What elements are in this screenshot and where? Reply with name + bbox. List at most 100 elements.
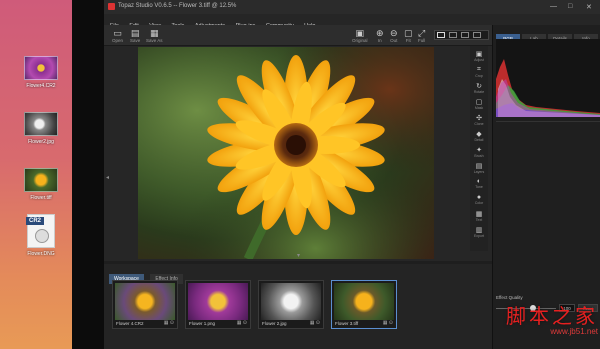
watermark: 脚本之家 www.jb51.net — [472, 305, 598, 336]
layers-icon: ▤ — [475, 163, 483, 170]
filmstrip-item[interactable]: Flower 2.jpg ▦ ⊙ — [258, 280, 324, 329]
brush-icon: ✦ — [476, 147, 482, 154]
filmstrip-filename: Flower 2.jpg — [262, 321, 287, 326]
desktop-background: Flower4.CR2 Flower2.jpg Flower.tiff CR2 … — [0, 0, 78, 349]
zoom-out-icon: ⊖ — [390, 28, 398, 38]
side-tool-layers[interactable]: ▤ Layers — [472, 162, 486, 174]
text-icon: ▦ — [475, 211, 483, 218]
histogram-tabs: RGBLabDetailsInfo — [496, 27, 600, 43]
folder-icon: ▭ — [113, 28, 122, 38]
filmstrip-filename: Flower 4.CR2 — [116, 321, 144, 326]
side-tool-tone[interactable]: ◐ Tone — [472, 178, 486, 189]
disc-icon — [35, 229, 49, 243]
watermark-text: 脚本之家 — [506, 304, 598, 328]
tone-icon: ◐ — [476, 178, 482, 185]
filmstrip-actions-icon[interactable]: ▦ ⊙ — [237, 320, 247, 326]
filmstrip-thumbnail — [334, 283, 394, 320]
side-tool-rotate[interactable]: ↻ Rotate — [472, 82, 486, 94]
camera-icon: ▣ — [475, 51, 483, 58]
export-icon: ▥ — [475, 227, 483, 234]
desktop-icon-label: Flower.tiff — [30, 195, 52, 201]
minimize-button[interactable]: — — [550, 3, 557, 10]
save-as-icon: ▦ — [150, 28, 159, 38]
app-window: Topaz Studio V0.6.5 -- Flower 3.tiff @ 1… — [104, 0, 600, 349]
desktop-icon-flower-tiff[interactable]: Flower.tiff — [22, 168, 60, 201]
histogram-graph — [496, 59, 600, 117]
panel-divider — [496, 121, 600, 122]
single-view-icon[interactable] — [437, 32, 445, 38]
image-viewport[interactable]: ◂ ▾ — [104, 46, 492, 261]
side-tool-clone[interactable]: ✣ Clone — [472, 114, 486, 126]
zoom-in-icon: ⊕ — [376, 28, 384, 38]
rotate-icon: ↻ — [476, 83, 482, 90]
side-tool-text[interactable]: ▦ Text — [472, 210, 486, 222]
view-mode-buttons[interactable] — [434, 30, 489, 40]
mask-icon: ▢ — [475, 99, 483, 106]
desktop-icon-flower-dng[interactable]: CR2 Flower.DNG — [22, 214, 60, 257]
filmstrip-item-selected[interactable]: Flower 3.tiff ▦ ⊙ — [331, 280, 397, 329]
toolbar: ▭ Open ▤ Save ▦ Save As ▣ Original ⊕ In ⊖ Out … — [104, 25, 492, 46]
side-tool-crop[interactable]: ⌗ Crop — [472, 66, 486, 78]
filmstrip-actions-icon[interactable]: ▦ ⊙ — [164, 320, 174, 326]
save-icon: ▤ — [130, 28, 140, 38]
open-button[interactable]: ▭ Open — [112, 28, 123, 43]
filmstrip-filename: Flower 1.png — [189, 321, 216, 326]
compare-view-icon[interactable] — [461, 32, 469, 38]
side-tool-mask[interactable]: ▢ Mask — [472, 98, 486, 110]
effect-quality-label: Effect Quality — [496, 295, 523, 300]
side-tool-export[interactable]: ▥ Export — [472, 226, 486, 238]
filmstrip-thumbnail — [188, 283, 248, 320]
title-bar: Topaz Studio V0.6.5 -- Flower 3.tiff @ 1… — [104, 0, 600, 14]
fit-icon: ▢ — [404, 28, 413, 38]
right-panel: RGBLabDetailsInfo Effect Quality 100 Res… — [492, 25, 600, 349]
fullscreen-button[interactable]: ⤢ Full — [418, 28, 425, 43]
app-logo-icon — [108, 3, 115, 10]
filmstrip-item[interactable]: Flower 4.CR2 ▦ ⊙ — [112, 280, 178, 329]
filmstrip-item[interactable]: Flower 1.png ▦ ⊙ — [185, 280, 251, 329]
crop-icon: ⌗ — [477, 66, 481, 73]
fit-button[interactable]: ▢ Fit — [404, 28, 413, 43]
filmstrip-thumbnail — [261, 283, 321, 320]
collapse-bottom-arrow-icon[interactable]: ▾ — [297, 252, 300, 259]
filmstrip-filename: Flower 3.tiff — [335, 321, 359, 326]
desktop-icon-flower4[interactable]: Flower4.CR2 — [22, 56, 60, 89]
fullscreen-icon: ⤢ — [418, 28, 426, 38]
desktop-thumbnail-bw — [24, 112, 58, 136]
detail-icon: ◆ — [476, 131, 482, 138]
file-badge: CR2 — [26, 217, 45, 225]
filmstrip-thumbnail — [115, 283, 175, 320]
save-button[interactable]: ▤ Save — [130, 28, 140, 43]
collapse-left-arrow-icon[interactable]: ◂ — [106, 174, 109, 181]
maximize-button[interactable]: □ — [568, 3, 572, 10]
raw-file-icon: CR2 — [26, 214, 55, 248]
watermark-url: www.jb51.net — [550, 327, 598, 336]
bottom-panel: Workspace Effect Info Flower 4.CR2 ▦ ⊙ F… — [104, 264, 492, 349]
close-button[interactable]: ✕ — [586, 3, 592, 11]
desktop-thumbnail-purple — [24, 56, 58, 80]
save-as-button[interactable]: ▦ Save As — [146, 28, 163, 43]
side-tool-brush[interactable]: ✦ Brush — [472, 146, 486, 158]
original-button[interactable]: ▣ Original — [352, 28, 368, 43]
grid-view-icon[interactable] — [473, 32, 481, 38]
color-icon: ● — [476, 194, 482, 201]
bottom-tabs: Workspace Effect Info — [109, 267, 185, 284]
clone-icon: ✣ — [476, 115, 482, 122]
side-tool-detail[interactable]: ◆ Detail — [472, 130, 486, 142]
desktop-icon-flower2[interactable]: Flower2.jpg — [22, 112, 60, 145]
filmstrip-actions-icon[interactable]: ▦ ⊙ — [310, 320, 320, 326]
window-title: Topaz Studio V0.6.5 -- Flower 3.tiff @ 1… — [118, 3, 237, 9]
zoom-out-button[interactable]: ⊖ Out — [390, 28, 398, 43]
filmstrip-actions-icon[interactable]: ▦ ⊙ — [383, 320, 393, 326]
split-view-icon[interactable] — [449, 32, 457, 38]
side-tool-adjust[interactable]: ▣ Adjust — [472, 50, 486, 62]
side-tool-color[interactable]: ● Color — [472, 194, 486, 205]
desktop-icon-label: Flower4.CR2 — [26, 83, 56, 89]
desktop-icon-label: Flower2.jpg — [28, 139, 54, 145]
menu-bar: File Edit View Tools Adjustments Plug-in… — [104, 14, 600, 29]
side-toolbar: ▣ Adjust ⌗ Crop ↻ Rotate ▢ Mask ✣ Clone ◆ Deta… — [470, 46, 488, 251]
main-photo[interactable] — [138, 47, 434, 259]
desktop-shadow-strip — [72, 0, 104, 349]
zoom-in-button[interactable]: ⊕ In — [376, 28, 384, 43]
histogram — [496, 39, 600, 117]
flower-image — [138, 47, 434, 259]
